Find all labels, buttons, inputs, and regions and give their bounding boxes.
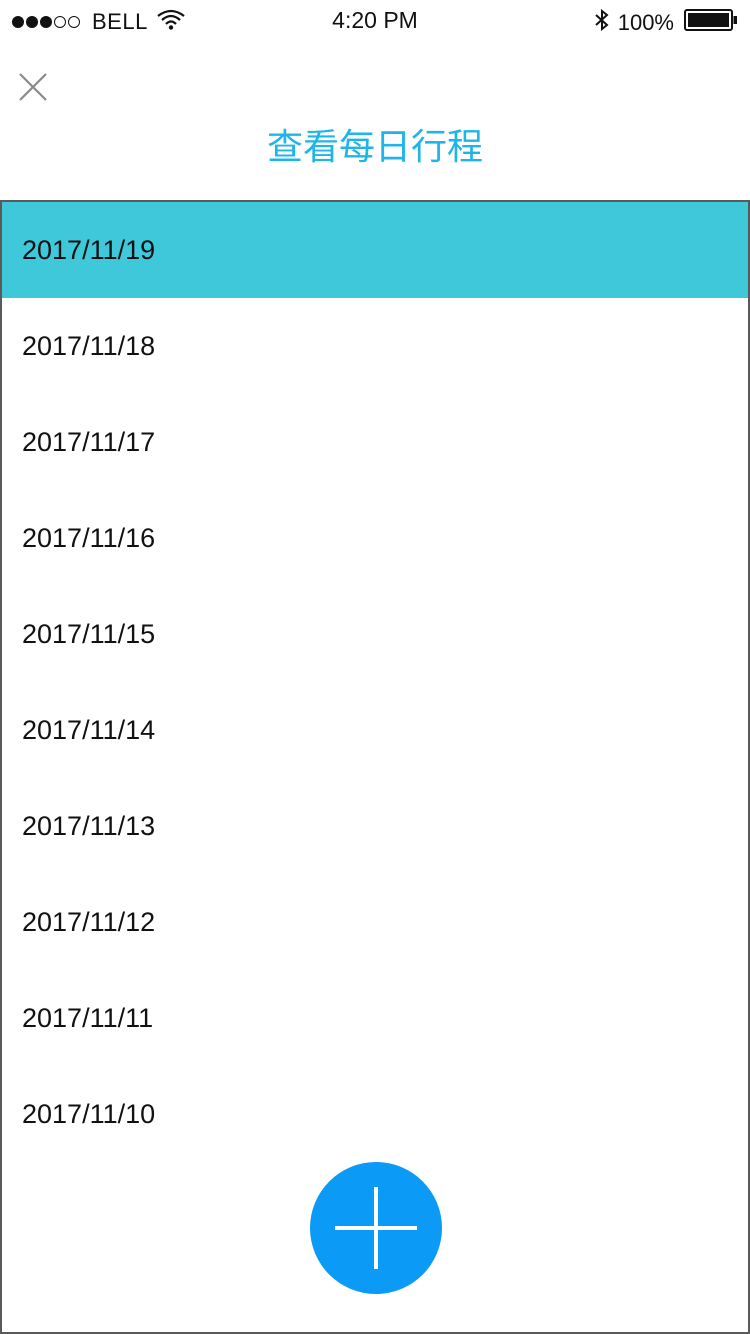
- date-list: 2017/11/19 2017/11/18 2017/11/17 2017/11…: [2, 202, 748, 1162]
- date-list-item-selected[interactable]: 2017/11/19: [2, 202, 748, 298]
- date-list-item[interactable]: 2017/11/18: [2, 298, 748, 394]
- add-schedule-button[interactable]: [310, 1162, 442, 1294]
- date-list-item[interactable]: 2017/11/12: [2, 874, 748, 970]
- date-list-item[interactable]: 2017/11/14: [2, 682, 748, 778]
- status-bar: BELL 4:20 PM 100%: [0, 0, 750, 40]
- date-list-item[interactable]: 2017/11/13: [2, 778, 748, 874]
- close-icon: [19, 73, 47, 101]
- date-list-item[interactable]: 2017/11/11: [2, 970, 748, 1066]
- date-list-item[interactable]: 2017/11/10: [2, 1066, 748, 1162]
- date-list-item[interactable]: 2017/11/17: [2, 394, 748, 490]
- close-button[interactable]: [16, 70, 52, 106]
- schedule-screen: BELL 4:20 PM 100% 查看每日行程 2017/11/19 2017…: [0, 0, 750, 1334]
- battery-icon: [684, 8, 738, 38]
- date-list-item[interactable]: 2017/11/15: [2, 586, 748, 682]
- plus-icon: [374, 1187, 378, 1269]
- battery-percent: 100%: [617, 10, 674, 35]
- page-title: 查看每日行程: [266, 127, 483, 168]
- status-right: 100%: [594, 8, 738, 38]
- date-list-item[interactable]: 2017/11/16: [2, 490, 748, 586]
- bluetooth-icon: [594, 8, 610, 37]
